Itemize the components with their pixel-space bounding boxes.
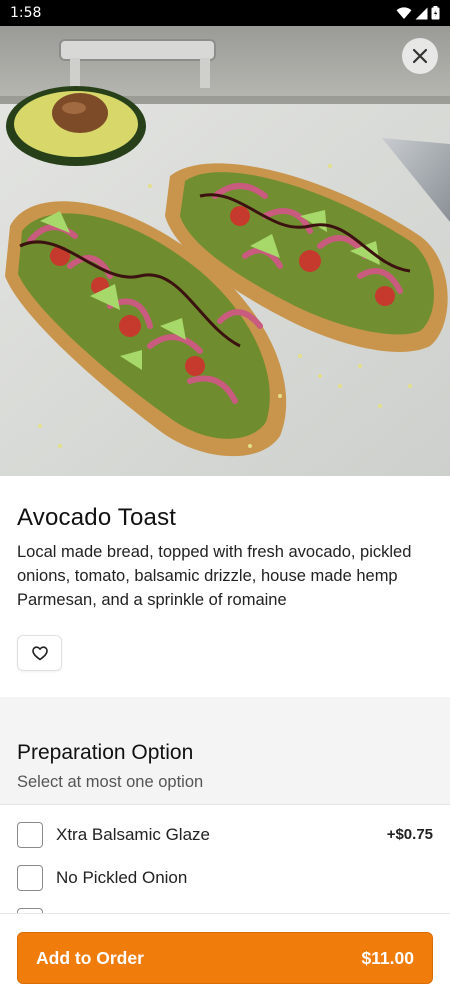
option-xtra-balsamic-glaze[interactable]: Xtra Balsamic Glaze +$0.75	[0, 815, 450, 855]
close-icon	[412, 48, 428, 64]
order-price: $11.00	[361, 947, 414, 968]
option-no-pickled-onion[interactable]: No Pickled Onion	[0, 858, 450, 898]
add-to-order-label: Add to Order	[36, 947, 144, 968]
status-time: 1:58	[10, 5, 42, 21]
checkbox[interactable]	[17, 822, 43, 848]
preparation-option-section: Preparation Option Select at most one op…	[0, 697, 450, 805]
status-icons	[396, 6, 440, 20]
checkbox[interactable]	[17, 865, 43, 891]
close-button[interactable]	[402, 38, 438, 74]
battery-icon	[431, 6, 440, 20]
status-bar: 1:58	[0, 0, 450, 26]
section-subtitle: Select at most one option	[17, 773, 204, 791]
cellular-signal-icon	[415, 7, 428, 19]
item-title: Avocado Toast	[17, 504, 177, 531]
wifi-icon	[396, 6, 412, 19]
heart-icon	[31, 645, 48, 660]
option-price: +$0.75	[386, 826, 433, 843]
item-description: Local made bread, topped with fresh avoc…	[17, 543, 412, 609]
option-label: No Pickled Onion	[56, 868, 188, 887]
item-photo	[0, 26, 450, 476]
option-label: Xtra Balsamic Glaze	[56, 825, 210, 844]
add-to-order-button[interactable]: Add to Order $11.00	[17, 932, 433, 984]
section-title: Preparation Option	[17, 741, 194, 764]
favorite-button[interactable]	[17, 635, 62, 671]
bottom-bar: Add to Order $11.00	[0, 913, 450, 1000]
